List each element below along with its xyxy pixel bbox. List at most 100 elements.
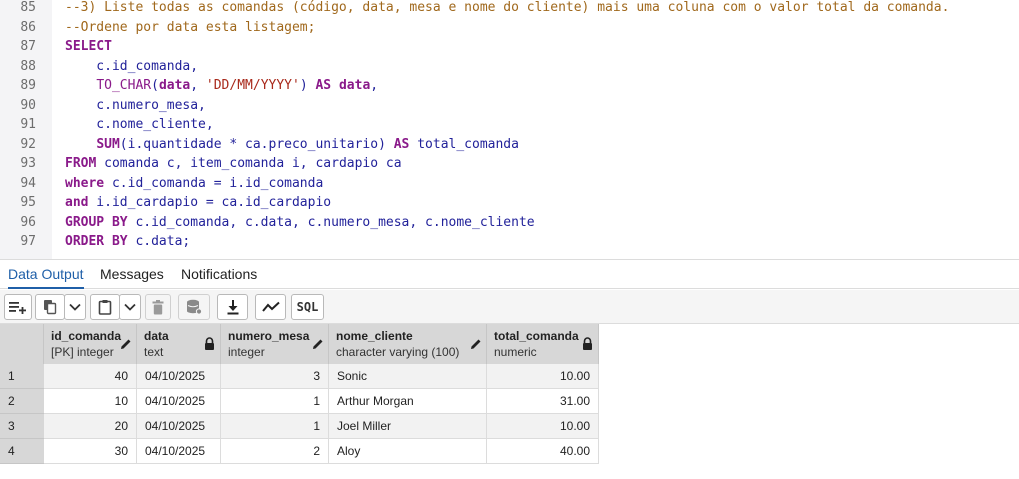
code-line[interactable]: 91 c.nome_cliente, [0,115,1019,135]
chevron-down-icon [124,303,136,311]
code-token: where [65,175,105,191]
sql-editor[interactable]: 85 --3) Liste todas as comandas (código, … [0,0,1019,259]
copy-button[interactable] [35,294,65,320]
delete-row-button[interactable] [145,294,171,320]
code-line[interactable]: 95 and i.id_cardapio = ca.id_cardapio [0,193,1019,213]
chevron-down-icon [69,303,81,311]
column-header-id-comanda[interactable]: id_comanda [PK] integer [44,324,137,364]
code-line[interactable]: 85 --3) Liste todas as comandas (código, … [0,0,1019,18]
line-number: 89 [20,78,36,93]
table-cell[interactable]: 04/10/2025 [137,389,221,414]
code-token: AS [315,78,332,93]
column-type: [PK] integer [51,345,114,359]
table-cell[interactable]: 04/10/2025 [137,414,221,439]
code-text: --Ordene por data esta listagem; [65,18,315,38]
table-cell[interactable]: 04/10/2025 [137,364,221,389]
code-text: c.numero_mesa, [65,96,206,116]
tab-messages[interactable]: Messages [100,260,164,289]
add-row-icon [9,302,26,314]
save-data-icon [187,299,202,315]
tab-data-output[interactable]: Data Output [8,260,84,289]
code-token: ) [299,78,316,93]
column-name: numero_mesa [228,329,310,343]
add-row-button[interactable] [4,294,32,320]
code-token: and [65,195,89,210]
code-token: SELECT [65,39,112,54]
line-number: 88 [20,58,36,74]
table-cell[interactable]: 10 [44,389,137,414]
row-number[interactable]: 3 [0,414,44,439]
paste-button[interactable] [90,294,120,320]
code-line[interactable]: 89 TO_CHAR(data, 'DD/MM/YYYY') AS data, [0,76,1019,96]
graph-visualiser-button[interactable] [255,294,286,320]
code-line[interactable]: 93 FROM comanda c, item_comanda i, cardap… [0,154,1019,174]
code-line[interactable]: 86 --Ordene por data esta listagem; [0,18,1019,38]
code-token: --3) Liste todas as comandas (código, da… [65,0,950,15]
table-cell[interactable]: 30 [44,439,137,464]
table-cell[interactable]: 3 [221,364,329,389]
table-cell[interactable]: 40 [44,364,137,389]
code-token: data [158,78,191,93]
column-header-numero-mesa[interactable]: numero_mesa integer [221,324,329,364]
paste-options-dropdown[interactable] [119,294,141,320]
table-cell[interactable]: 31.00 [487,389,599,414]
table-cell[interactable]: Arthur Morgan [329,389,487,414]
code-token: SUM [96,136,120,152]
code-text: c.id_comanda, [65,57,198,77]
code-text: and i.id_cardapio = ca.id_cardapio [65,193,331,213]
code-token: , [190,78,206,93]
code-token: i.id_cardapio = ca.id_cardapio [88,195,332,210]
column-header-data[interactable]: data text [137,324,221,364]
code-line[interactable]: 90 c.numero_mesa, [0,96,1019,116]
code-text: GROUP BY c.id_comanda, c.data, c.numero_… [65,213,535,233]
line-number: 90 [20,97,36,113]
grid-corner[interactable] [0,324,44,364]
table-cell[interactable]: 40.00 [487,439,599,464]
table-cell[interactable]: Sonic [329,364,487,389]
copy-options-dropdown[interactable] [64,294,86,320]
code-token: total_comanda [409,136,519,152]
column-type: text [144,345,164,359]
code-token: AS [393,136,410,152]
view-sql-button[interactable]: SQL [291,294,324,320]
column-header-nome-cliente[interactable]: nome_cliente character varying (100) [329,324,487,364]
download-button[interactable] [217,294,248,320]
code-line[interactable]: 88 c.id_comanda, [0,57,1019,77]
column-name: data [144,329,169,343]
table-cell[interactable]: 20 [44,414,137,439]
row-number[interactable]: 1 [0,364,44,389]
code-line[interactable]: 92 SUM(i.quantidade * ca.preco_unitario)… [0,135,1019,155]
code-line[interactable]: 97 ORDER BY c.data; [0,232,1019,252]
line-number: 87 [20,39,36,54]
code-token: 'DD/MM/YYYY' [205,78,300,93]
line-number: 95 [20,195,36,210]
table-cell[interactable]: Joel Miller [329,414,487,439]
code-token: c.data; [127,234,191,249]
code-line[interactable]: 94 where c.id_comanda = i.id_comanda [0,174,1019,194]
code-token: ORDER BY [65,234,128,249]
results-tabs: Data Output Messages Notifications [0,259,1019,289]
table-cell[interactable]: Aloy [329,439,487,464]
tab-notifications[interactable]: Notifications [181,260,257,289]
code-line[interactable]: 87 SELECT [0,37,1019,57]
table-cell[interactable]: 10.00 [487,364,599,389]
code-token: (i.quantidade * ca.preco_unitario) [119,136,394,152]
row-number[interactable]: 4 [0,439,44,464]
pencil-icon [470,337,482,355]
table-cell[interactable]: 04/10/2025 [137,439,221,464]
save-data-button[interactable] [178,294,210,320]
column-header-total-comanda[interactable]: total_comanda numeric [487,324,599,364]
code-text: SUM(i.quantidade * ca.preco_unitario) AS… [65,135,519,155]
row-number[interactable]: 2 [0,389,44,414]
line-number: 91 [20,117,36,132]
table-cell[interactable]: 1 [221,414,329,439]
table-cell[interactable]: 10.00 [487,414,599,439]
table-cell[interactable]: 1 [221,389,329,414]
lock-icon [204,337,215,355]
delete-icon [152,299,164,314]
table-cell[interactable]: 2 [221,439,329,464]
column-type: character varying (100) [336,345,460,359]
line-number: 94 [20,175,36,191]
copy-icon [44,300,57,315]
code-line[interactable]: 96 GROUP BY c.id_comanda, c.data, c.numer… [0,213,1019,233]
